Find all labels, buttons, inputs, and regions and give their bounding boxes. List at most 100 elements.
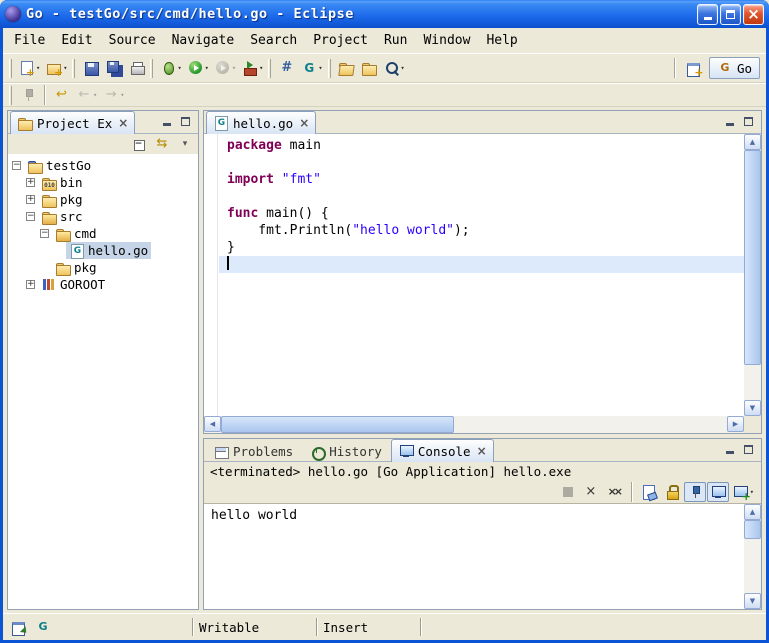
editor-body[interactable]: package mainimport "fmt"func main() { fm…	[204, 134, 761, 433]
tree-expander-icon[interactable]: −	[12, 161, 21, 170]
maximize-console-button[interactable]	[739, 441, 758, 457]
tree-item-bin[interactable]: +bin	[8, 174, 198, 191]
menu-navigate[interactable]: Navigate	[164, 30, 243, 51]
code-line-5[interactable]: func main() {	[219, 205, 744, 222]
tab-problems[interactable]: Problems	[206, 441, 300, 461]
display-selected-console-button[interactable]	[707, 482, 729, 502]
open-resource-button[interactable]	[335, 56, 358, 80]
console-scroll-up-button[interactable]: ▲	[744, 504, 761, 520]
code-line-2[interactable]	[219, 154, 744, 171]
tab-history[interactable]: History	[302, 441, 389, 461]
go-trim-button[interactable]	[32, 618, 54, 636]
console-scroll-track[interactable]	[744, 520, 761, 593]
close-view-icon[interactable]: ×	[477, 445, 487, 457]
tree-expander-icon[interactable]: +	[26, 178, 35, 187]
console-output[interactable]: hello world ▲ ▼	[204, 503, 761, 609]
code-line-6[interactable]: fmt.Println("hello world");	[219, 222, 744, 239]
tree-item-hello-go[interactable]: hello.go	[8, 242, 198, 259]
vertical-scroll-track[interactable]	[744, 150, 761, 400]
menu-edit[interactable]: Edit	[53, 30, 100, 51]
tab-console[interactable]: Console×	[391, 439, 494, 462]
print-button[interactable]	[125, 56, 148, 80]
external-tools-button[interactable]: ▾	[239, 56, 266, 80]
menu-help[interactable]: Help	[478, 30, 525, 51]
tree-item-cmd[interactable]: −cmd	[8, 225, 198, 242]
vertical-scroll-thumb[interactable]	[744, 150, 761, 365]
console-scroll-thumb[interactable]	[744, 520, 761, 539]
code-line-4[interactable]	[219, 188, 744, 205]
menu-source[interactable]: Source	[101, 30, 164, 51]
collapse-all-button[interactable]	[128, 135, 150, 153]
run-history-button[interactable]: ▾	[212, 56, 239, 80]
editor-horizontal-scrollbar[interactable]: ◀ ▶	[204, 416, 744, 433]
tree-expander-icon[interactable]: +	[26, 195, 35, 204]
open-console-button[interactable]: ▾	[730, 482, 757, 502]
scroll-lock-button[interactable]	[661, 482, 683, 502]
tree-item-src[interactable]: −src	[8, 208, 198, 225]
new-button[interactable]: ▾	[16, 56, 43, 80]
tree-item-goroot[interactable]: +GOROOT	[8, 276, 198, 293]
open-type-button[interactable]	[358, 56, 381, 80]
run-button[interactable]: ▾	[185, 56, 212, 80]
menu-search[interactable]: Search	[242, 30, 305, 51]
search-button[interactable]: ▾	[381, 56, 408, 80]
minimize-console-button[interactable]	[720, 441, 739, 457]
annotation-ruler[interactable]	[204, 134, 218, 416]
menu-run[interactable]: Run	[376, 30, 415, 51]
editor-vertical-scrollbar[interactable]: ▲ ▼	[744, 134, 761, 416]
menu-window[interactable]: Window	[415, 30, 478, 51]
scroll-left-button[interactable]: ◀	[204, 416, 221, 432]
maximize-button[interactable]	[720, 4, 741, 25]
view-menu-button[interactable]: ▾	[174, 135, 196, 153]
minimize-editor-button[interactable]	[720, 113, 739, 129]
close-view-icon[interactable]: ×	[118, 117, 128, 129]
editor-tab-hello-go[interactable]: hello.go ×	[206, 111, 316, 134]
scroll-up-button[interactable]: ▲	[744, 134, 761, 150]
minimize-view-button[interactable]	[157, 113, 176, 129]
debug-button[interactable]: ▾	[157, 56, 184, 80]
goclipse-button[interactable]: ▾	[298, 56, 325, 80]
scroll-down-button[interactable]: ▼	[744, 400, 761, 416]
code-area[interactable]: package mainimport "fmt"func main() { fm…	[219, 134, 744, 416]
tree-expander-icon[interactable]: −	[40, 229, 49, 238]
last-edit-location-button[interactable]: ↩	[50, 83, 73, 107]
terminate-button[interactable]	[557, 482, 579, 502]
maximize-editor-button[interactable]	[739, 113, 758, 129]
tree-item-pkg[interactable]: +pkg	[8, 191, 198, 208]
menu-project[interactable]: Project	[305, 30, 376, 51]
close-editor-icon[interactable]: ×	[299, 117, 309, 129]
horizontal-scroll-thumb[interactable]	[221, 416, 454, 433]
code-line-7[interactable]: }	[219, 239, 744, 256]
close-button[interactable]: ×	[743, 4, 764, 25]
scroll-right-button[interactable]: ▶	[727, 416, 744, 432]
maximize-view-button[interactable]	[176, 113, 195, 129]
back-button[interactable]: ←▾	[73, 83, 100, 107]
link-with-editor-button[interactable]: ⇆	[151, 135, 173, 153]
pin-console-button[interactable]	[684, 482, 706, 502]
remove-all-launches-button[interactable]	[603, 482, 625, 502]
console-vertical-scrollbar[interactable]: ▲ ▼	[744, 504, 761, 609]
pin-editor-button[interactable]	[16, 83, 39, 107]
tree-item-testgo[interactable]: −testGo	[8, 157, 198, 174]
tree-item-pkg[interactable]: pkg	[8, 259, 198, 276]
fast-view-button[interactable]	[7, 618, 29, 636]
save-all-button[interactable]	[102, 56, 125, 80]
tree-expander-icon[interactable]: −	[26, 212, 35, 221]
save-button[interactable]	[79, 56, 102, 80]
open-perspective-button[interactable]	[683, 56, 706, 80]
menu-file[interactable]: File	[6, 30, 53, 51]
go-perspective-button[interactable]: Go	[709, 57, 760, 79]
project-explorer-tab[interactable]: Project Ex ×	[10, 111, 135, 134]
forward-button[interactable]: →▾	[100, 83, 127, 107]
clear-console-button[interactable]	[638, 482, 660, 502]
horizontal-scroll-track[interactable]	[221, 416, 727, 433]
minimize-button[interactable]	[697, 4, 718, 25]
new-go-project-button[interactable]: ▾	[43, 56, 70, 80]
tree-expander-icon[interactable]: +	[26, 280, 35, 289]
code-line-3[interactable]: import "fmt"	[219, 171, 744, 188]
title-bar[interactable]: Go - testGo/src/cmd/hello.go - Eclipse ×	[0, 0, 769, 28]
console-scroll-down-button[interactable]: ▼	[744, 593, 761, 609]
remove-launch-button[interactable]: ×	[580, 482, 602, 502]
new-go-element-button[interactable]	[275, 56, 298, 80]
code-line-8[interactable]	[219, 256, 744, 273]
